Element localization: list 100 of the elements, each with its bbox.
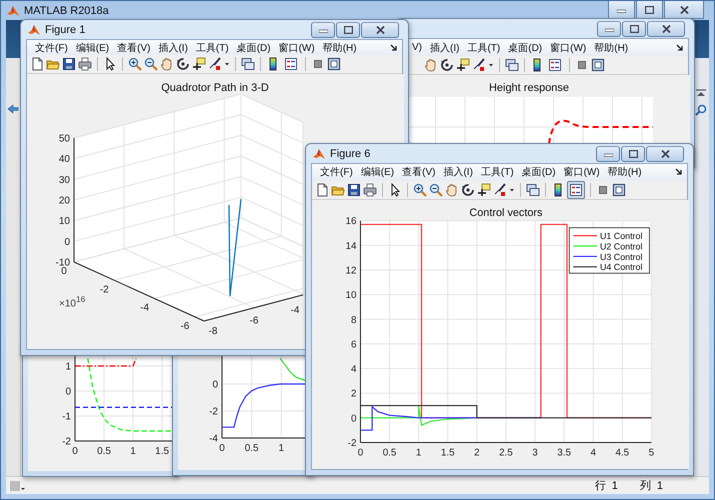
brush-icon[interactable] bbox=[493, 182, 507, 197]
tick-label: 0.5 bbox=[382, 447, 396, 458]
brush-icon[interactable] bbox=[472, 58, 486, 72]
data-cursor-icon[interactable] bbox=[192, 57, 206, 71]
search-icon[interactable] bbox=[694, 104, 706, 116]
menu-item[interactable]: 窗口(W) bbox=[276, 40, 321, 54]
square-icon[interactable] bbox=[575, 58, 589, 72]
menu-item[interactable]: 帮助(H) bbox=[606, 165, 648, 180]
menu-item[interactable]: 桌面(D) bbox=[234, 40, 277, 54]
dock-arrow-icon[interactable] bbox=[675, 168, 683, 176]
menu-item[interactable]: 帮助(H) bbox=[592, 40, 634, 54]
chart-title: Quadrotor Path in 3-D bbox=[161, 82, 269, 94]
menu-item[interactable]: 窗口(W) bbox=[548, 40, 592, 54]
tick-label: 0 bbox=[65, 386, 71, 398]
square-icon[interactable] bbox=[311, 57, 325, 71]
close-button[interactable] bbox=[647, 21, 685, 37]
menu-item[interactable]: 工具(T) bbox=[465, 40, 506, 54]
legend-label: U1 Control bbox=[600, 230, 642, 241]
minimize-icon bbox=[604, 26, 614, 32]
printer-icon[interactable] bbox=[363, 182, 377, 197]
brush-icon[interactable] bbox=[208, 57, 222, 71]
printer-icon[interactable] bbox=[78, 57, 92, 71]
tick-label: -6 bbox=[250, 316, 258, 326]
menu-item[interactable]: 查看(V) bbox=[115, 40, 156, 54]
zoom-out-icon[interactable] bbox=[429, 182, 443, 197]
maximize-button[interactable] bbox=[636, 1, 663, 19]
grip-icon[interactable] bbox=[9, 480, 27, 492]
data-cursor-icon[interactable] bbox=[456, 58, 470, 72]
window-icon[interactable] bbox=[327, 57, 341, 71]
tick-label: -4 bbox=[140, 302, 150, 314]
linked-windows-icon[interactable] bbox=[526, 182, 540, 197]
tick-label: 20 bbox=[58, 196, 70, 206]
menu-item[interactable]: 桌面(D) bbox=[520, 165, 562, 180]
menu-item[interactable]: V) bbox=[410, 42, 428, 53]
menu-item[interactable]: 桌面(D) bbox=[506, 40, 548, 54]
tick-label: 30 bbox=[58, 174, 70, 186]
minimize-button[interactable] bbox=[596, 146, 620, 162]
back-arrow-icon[interactable] bbox=[7, 104, 19, 114]
new-file-icon[interactable] bbox=[30, 57, 44, 71]
tick-label: -8 bbox=[208, 326, 218, 337]
menu-item[interactable]: 插入(I) bbox=[156, 40, 194, 54]
save-icon[interactable] bbox=[347, 182, 361, 197]
menu-item[interactable]: 查看(V) bbox=[400, 165, 442, 180]
dock-arrow-icon[interactable] bbox=[390, 44, 398, 52]
hand-icon[interactable] bbox=[160, 57, 174, 71]
close-button[interactable] bbox=[664, 1, 704, 19]
data-cursor-icon[interactable] bbox=[477, 182, 491, 197]
chart-title: Control vectors bbox=[469, 206, 543, 219]
rotate-icon[interactable] bbox=[440, 58, 454, 72]
close-button[interactable] bbox=[361, 22, 399, 38]
minimize-button[interactable] bbox=[311, 22, 335, 38]
minimize-icon bbox=[617, 6, 626, 12]
menu-item[interactable]: 插入(I) bbox=[441, 165, 479, 180]
menu-item[interactable]: 插入(I) bbox=[428, 40, 466, 54]
maximize-button[interactable] bbox=[621, 146, 645, 162]
menu-item[interactable]: 工具(T) bbox=[478, 165, 520, 180]
linked-windows-icon[interactable] bbox=[241, 57, 255, 71]
zoom-in-icon[interactable] bbox=[413, 182, 427, 197]
zoom-in-icon[interactable] bbox=[128, 57, 142, 71]
linked-windows-icon[interactable] bbox=[505, 58, 519, 72]
rotate-icon[interactable] bbox=[176, 57, 190, 71]
tick-label: 2 bbox=[351, 388, 357, 400]
maximize-icon bbox=[628, 150, 638, 158]
tick-label: -2 bbox=[209, 406, 218, 418]
minimize-button[interactable] bbox=[608, 1, 635, 19]
menu-item[interactable]: 编辑(E) bbox=[358, 165, 400, 180]
menu-item[interactable]: 窗口(W) bbox=[562, 165, 606, 180]
dock-arrow-icon[interactable] bbox=[676, 44, 684, 52]
hand-icon[interactable] bbox=[424, 58, 438, 72]
window-title: Figure 1 bbox=[45, 24, 86, 36]
maximize-button[interactable] bbox=[622, 21, 646, 37]
new-file-icon[interactable] bbox=[315, 182, 329, 197]
tick-label: 50 bbox=[58, 134, 70, 144]
minimize-icon bbox=[604, 151, 612, 157]
maximize-button[interactable] bbox=[336, 22, 360, 38]
tick-label: 3 bbox=[532, 447, 538, 458]
app-logo-icon bbox=[313, 148, 325, 160]
menu-item[interactable]: 帮助(H) bbox=[320, 40, 363, 54]
window-icon[interactable] bbox=[612, 182, 626, 197]
tick-label: 1 bbox=[278, 443, 284, 454]
menu-item[interactable]: 编辑(E) bbox=[74, 40, 116, 54]
zoom-out-icon[interactable] bbox=[144, 57, 158, 71]
collapse-icon[interactable] bbox=[694, 88, 706, 98]
legend-line bbox=[573, 256, 597, 257]
window-icon[interactable] bbox=[591, 58, 605, 72]
tick-label: 4.5 bbox=[615, 447, 630, 458]
tick-label: 0 bbox=[64, 236, 70, 248]
tick-label: -6 bbox=[180, 320, 190, 332]
menu-item[interactable]: 文件(F) bbox=[33, 40, 74, 54]
save-icon[interactable] bbox=[62, 57, 76, 71]
maximize-icon bbox=[630, 25, 638, 33]
menu-item[interactable]: 文件(F) bbox=[318, 165, 359, 180]
close-button[interactable] bbox=[646, 146, 684, 162]
tick-label: 10 bbox=[58, 216, 70, 228]
menu-item[interactable]: 工具(T) bbox=[194, 40, 235, 54]
tick-label: 0 bbox=[212, 380, 218, 391]
legend-label: U4 Control bbox=[600, 262, 642, 272]
hand-icon[interactable] bbox=[445, 182, 459, 197]
rotate-icon[interactable] bbox=[461, 182, 475, 197]
minimize-button[interactable] bbox=[597, 21, 621, 37]
